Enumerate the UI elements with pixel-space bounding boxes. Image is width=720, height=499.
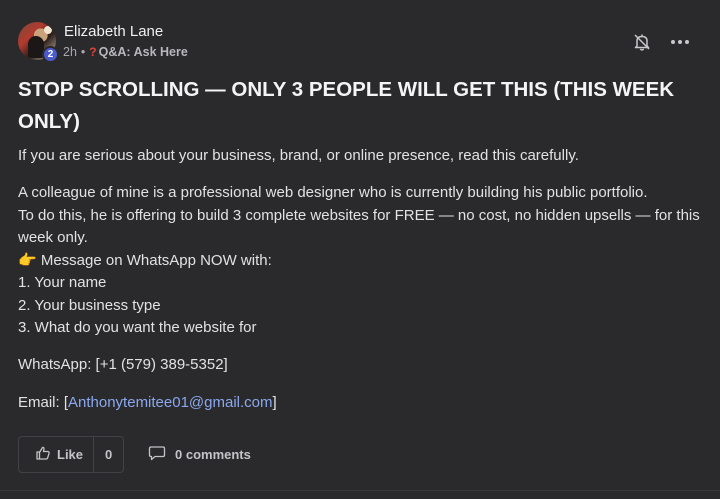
meta-separator: • [80, 45, 86, 59]
whatsapp-line: WhatsApp: [+1 (579) 389-5352] [18, 356, 228, 373]
author-name[interactable]: Elizabeth Lane [64, 23, 163, 40]
like-group: Like 0 [18, 436, 124, 473]
divider [0, 490, 720, 491]
thumbs-up-icon [35, 445, 51, 464]
email-link[interactable]: Anthonytemitee01@gmail.com [68, 394, 273, 411]
post-title: STOP SCROLLING — ONLY 3 PEOPLE WILL GET … [18, 78, 675, 133]
comment-bubble-icon [148, 445, 166, 464]
email-prefix: Email: [ [18, 394, 69, 411]
like-button[interactable]: Like [19, 437, 95, 472]
post-time: 2h [63, 45, 77, 59]
like-label: Like [57, 447, 84, 462]
comments-button[interactable]: 0 comments [148, 436, 251, 473]
post-header: 2 Elizabeth Lane 2h • ? Q&A: Ask Here [18, 20, 702, 64]
post-meta: 2h • ? Q&A: Ask Here [63, 45, 188, 59]
avatar-wrapper[interactable]: 2 [18, 20, 59, 64]
category-link[interactable]: Q&A: Ask Here [99, 45, 188, 59]
level-badge: 2 [42, 46, 59, 63]
email-line: Email: [Anthonytemitee01@gmail.com] [18, 392, 708, 415]
question-mark-icon: ? [89, 45, 97, 59]
body-line: 👉 Message on WhatsApp NOW with: [18, 251, 272, 269]
list-item: 3. What do you want the website for [18, 319, 257, 336]
comments-label: 0 comments [175, 447, 251, 462]
like-count[interactable]: 0 [94, 437, 123, 472]
post-intro: If you are serious about your business, … [18, 147, 579, 164]
post-card: 2 Elizabeth Lane 2h • ? Q&A: Ask Here ST… [0, 0, 720, 499]
body-line: A colleague of mine is a professional we… [18, 184, 648, 201]
bell-off-icon[interactable] [632, 32, 652, 52]
more-horizontal-icon[interactable] [670, 32, 690, 52]
email-suffix: ] [272, 394, 277, 411]
body-line: To do this, he is offering to build 3 co… [18, 206, 700, 247]
list-item: 1. Your name [18, 274, 107, 291]
list-item: 2. Your business type [18, 296, 161, 314]
post-body: A colleague of mine is a professional we… [18, 182, 708, 340]
